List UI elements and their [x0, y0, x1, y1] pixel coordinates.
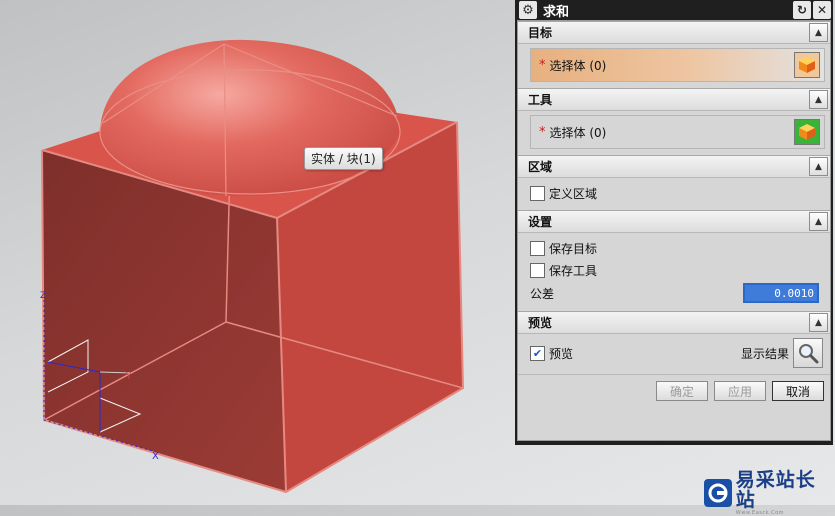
sphere-dome	[100, 39, 400, 196]
group-tool-label: 工具	[528, 93, 553, 107]
show-result-group: 显示结果	[741, 338, 823, 368]
watermark-text: 易采站长站	[735, 469, 816, 511]
close-icon[interactable]: ✕	[813, 1, 831, 19]
tolerance-row: 公差	[530, 281, 825, 305]
group-region-content: 定义区域	[518, 178, 830, 210]
preview-toggle-row[interactable]: ✔ 预览	[530, 342, 573, 364]
define-region-row[interactable]: 定义区域	[530, 182, 825, 204]
gear-icon[interactable]: ⚙	[519, 1, 537, 19]
group-settings-content: 保存目标 保存工具 公差	[518, 233, 830, 311]
collapse-icon[interactable]: ▲	[809, 23, 828, 42]
ok-button[interactable]: 确定	[656, 381, 708, 401]
keep-target-label: 保存目标	[549, 241, 598, 256]
group-tool-header[interactable]: 工具 ▲	[518, 88, 830, 111]
define-region-checkbox[interactable]	[530, 185, 545, 201]
required-icon: *	[539, 124, 546, 140]
collapse-icon[interactable]: ▲	[809, 157, 828, 176]
apply-button[interactable]: 应用	[714, 381, 766, 401]
tolerance-input[interactable]	[743, 283, 819, 303]
tool-select-body[interactable]: * 选择体 (0)	[530, 115, 825, 149]
preview-checkbox[interactable]: ✔	[530, 345, 545, 361]
dialog-buttons: 确定 应用 取消	[518, 374, 830, 407]
keep-target-row[interactable]: 保存目标	[530, 237, 825, 259]
collapse-icon[interactable]: ▲	[809, 90, 828, 109]
target-select-label: 选择体 (0)	[549, 58, 607, 73]
group-settings-label: 设置	[528, 215, 553, 229]
preview-label: 预览	[549, 346, 574, 361]
keep-tool-label: 保存工具	[549, 263, 598, 278]
dialog-titlebar[interactable]: ⚙ 求和 ↻ ✕	[517, 0, 831, 20]
group-target-label: 目标	[528, 26, 553, 40]
group-target-content: * 选择体 (0)	[518, 44, 830, 88]
axis-label-x: X	[152, 451, 159, 462]
keep-tool-row[interactable]: 保存工具	[530, 259, 825, 281]
collapse-icon[interactable]: ▲	[809, 212, 828, 231]
show-result-label: 显示结果	[740, 346, 789, 361]
keep-target-checkbox[interactable]	[530, 240, 545, 256]
group-region-header[interactable]: 区域 ▲	[518, 155, 830, 178]
unite-dialog: ⚙ 求和 ↻ ✕ 目标 ▲ * 选择体 (0) 工具 ▲ * 选择体 (0) 区…	[515, 0, 833, 445]
tolerance-label: 公差	[530, 286, 555, 301]
solid-body-icon[interactable]	[794, 52, 820, 78]
dialog-title: 求和	[543, 4, 570, 20]
axis-label-y: Y	[125, 372, 132, 382]
group-preview-label: 预览	[528, 316, 553, 330]
group-target-header[interactable]: 目标 ▲	[518, 21, 830, 44]
reset-icon[interactable]: ↻	[793, 1, 811, 19]
selection-tooltip: 实体 / 块(1)	[304, 147, 383, 170]
axis-label-z: Z	[40, 291, 46, 301]
target-select-body[interactable]: * 选择体 (0)	[530, 48, 825, 82]
group-tool-content: * 选择体 (0)	[518, 111, 830, 155]
define-region-label: 定义区域	[549, 186, 598, 201]
required-icon: *	[539, 57, 546, 73]
dialog-body: 目标 ▲ * 选择体 (0) 工具 ▲ * 选择体 (0) 区域 ▲ 定义区域 …	[517, 20, 831, 441]
collapse-icon[interactable]: ▲	[809, 313, 828, 332]
cancel-button[interactable]: 取消	[772, 381, 824, 401]
magnifier-icon[interactable]	[793, 338, 823, 368]
group-preview-header[interactable]: 预览 ▲	[518, 311, 830, 334]
preview-row: ✔ 预览 显示结果	[530, 336, 825, 370]
site-watermark: 易采站长站 Www.Easck.Com	[704, 470, 835, 516]
group-region-label: 区域	[528, 160, 553, 174]
group-preview-content: ✔ 预览 显示结果	[518, 334, 830, 374]
model-view[interactable]: Z X Y	[0, 0, 515, 505]
tool-select-label: 选择体 (0)	[549, 125, 607, 140]
watermark-subtext: Www.Easck.Com	[735, 510, 785, 516]
graphics-viewport[interactable]: Z X Y 实体 / 块(1)	[0, 0, 515, 505]
solid-body-icon[interactable]	[794, 119, 820, 145]
group-settings-header[interactable]: 设置 ▲	[518, 210, 830, 233]
watermark-logo-icon	[704, 479, 732, 507]
keep-tool-checkbox[interactable]	[530, 262, 545, 278]
